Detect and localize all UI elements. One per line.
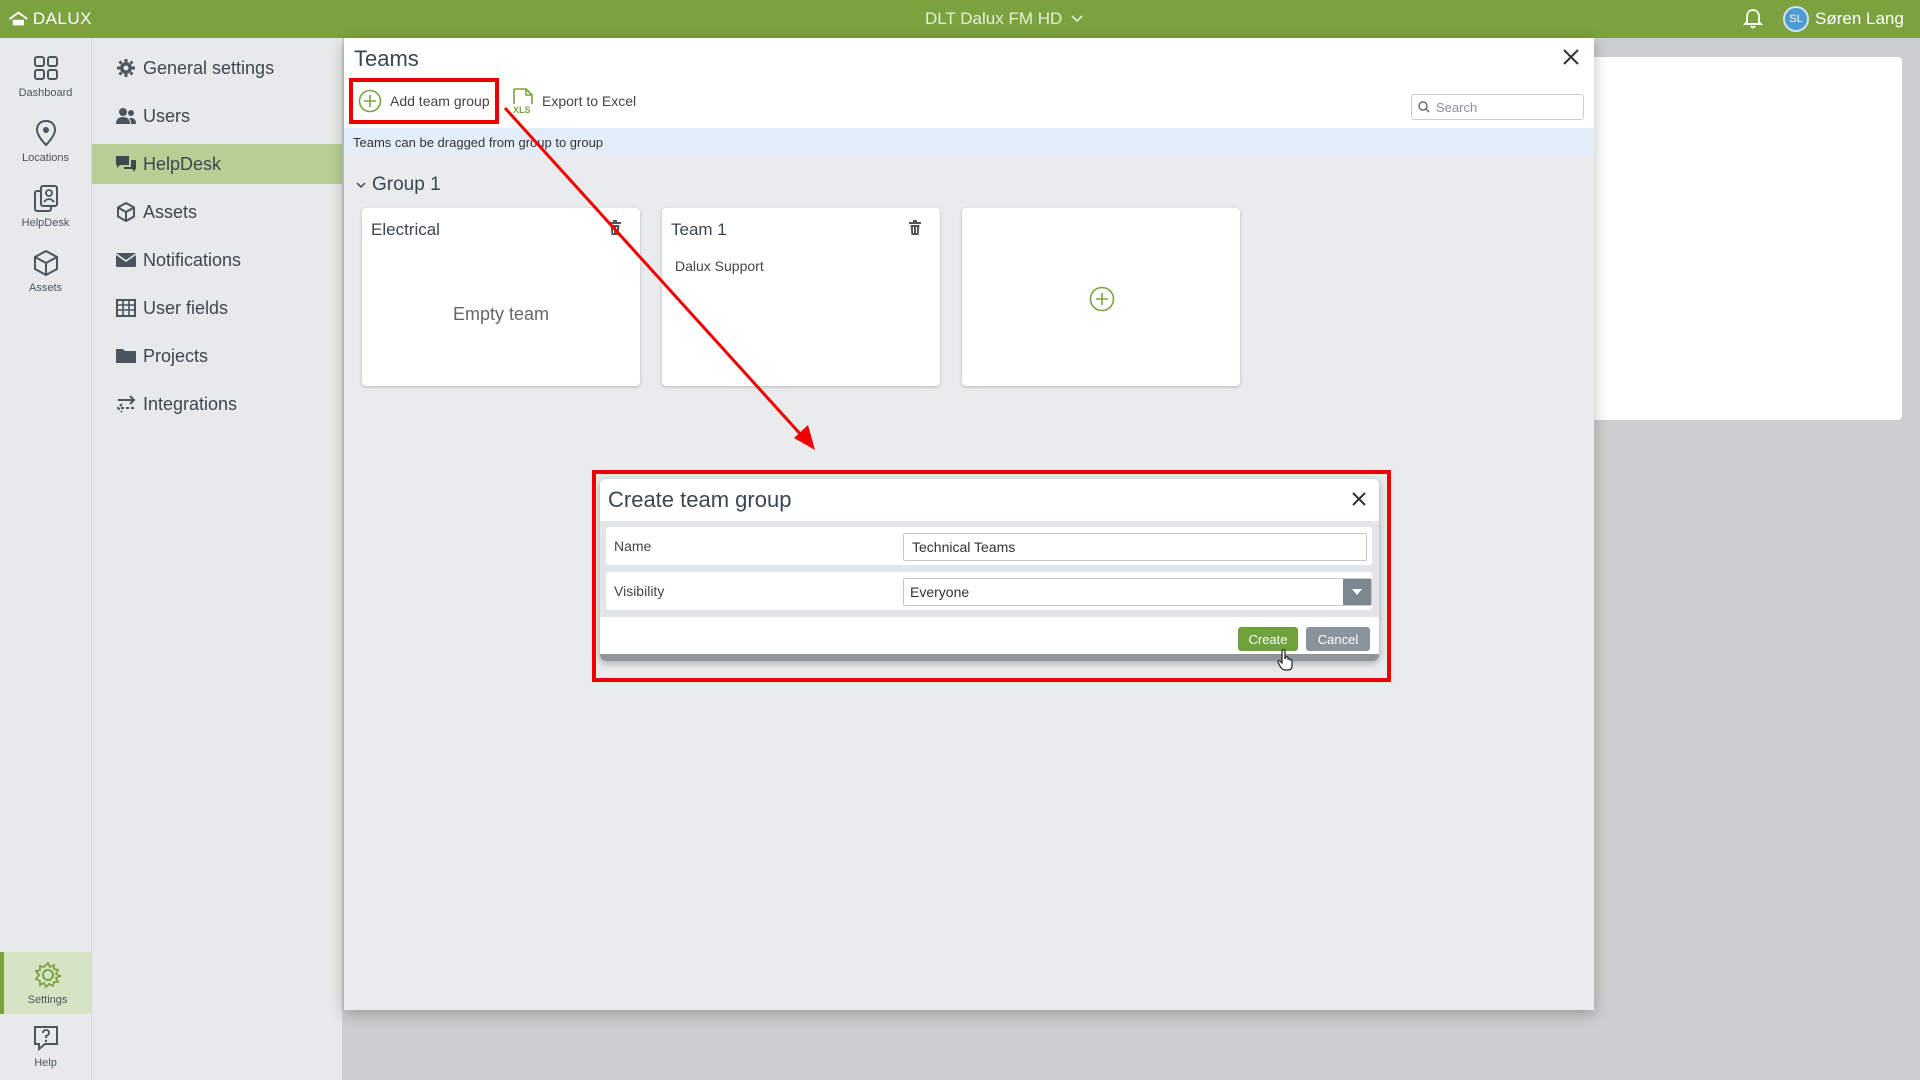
group-header[interactable]: Group 1 (356, 174, 441, 196)
plus-circle-icon[interactable] (1089, 286, 1115, 312)
avatar: SL (1783, 6, 1809, 32)
export-label: Export to Excel (542, 93, 637, 109)
cube-icon (33, 249, 58, 277)
rail-item-dashboard[interactable]: Dashboard (0, 46, 91, 106)
hand-cursor-icon (1277, 649, 1293, 671)
bell-icon[interactable] (1743, 8, 1763, 30)
rail-item-settings[interactable]: Settings (0, 952, 91, 1014)
trash-icon[interactable] (908, 220, 922, 236)
close-icon[interactable] (1562, 48, 1580, 66)
project-switcher[interactable]: DLT Dalux FM HD (925, 0, 1084, 38)
rail-label: Dashboard (18, 87, 73, 99)
nav-item-projects[interactable]: Projects (92, 336, 342, 376)
chat-icon (115, 153, 137, 175)
chevron-down-icon (356, 182, 366, 189)
nav-label: Assets (143, 201, 198, 222)
nav-item-user-fields[interactable]: User fields (92, 288, 342, 328)
drag-hint: Teams can be dragged from group to group (344, 128, 1594, 156)
nav-label: General settings (143, 57, 275, 78)
nav-label: Users (143, 105, 191, 126)
helpdesk-icon (33, 185, 58, 212)
nav-label: User fields (143, 297, 229, 318)
nav-label: Integrations (143, 393, 238, 414)
nav-item-integrations[interactable]: Integrations (92, 384, 342, 424)
nav-label: Notifications (143, 249, 242, 270)
svg-text:XLS: XLS (513, 105, 531, 114)
search-icon (1418, 101, 1430, 113)
chevron-down-icon (1071, 15, 1083, 23)
dalux-logo[interactable]: DALUX (8, 7, 92, 31)
trash-icon[interactable] (608, 220, 622, 236)
search-input[interactable]: Search (1411, 94, 1584, 120)
background-panel (1592, 57, 1902, 420)
gear-icon (33, 961, 62, 989)
exchange-icon (115, 393, 137, 415)
export-to-excel-button[interactable]: XLS Export to Excel (512, 86, 636, 116)
nav-item-notifications[interactable]: Notifications (92, 240, 342, 280)
teams-header: Teams Add team group XLS Export to Excel (344, 38, 1594, 132)
rail-item-help[interactable]: Help (0, 1016, 91, 1076)
envelope-icon (115, 249, 137, 271)
search-placeholder: Search (1436, 99, 1478, 115)
highlight-create-dialog (592, 470, 1391, 682)
rail-item-helpdesk[interactable]: HelpDesk (0, 176, 91, 236)
table-icon (115, 297, 137, 319)
nav-item-helpdesk[interactable]: HelpDesk (92, 144, 342, 184)
left-rail: Dashboard Locations HelpDesk Assets Sett… (0, 38, 92, 1080)
gear-icon (115, 57, 137, 79)
group-title: Group 1 (372, 174, 441, 195)
team-card-title: Team 1 (671, 220, 727, 239)
nav-label: HelpDesk (143, 153, 222, 174)
user-name: Søren Lang (1815, 9, 1904, 28)
folder-icon (115, 345, 137, 367)
excel-file-icon: XLS (513, 88, 533, 114)
home-icon (9, 11, 28, 26)
rail-label: HelpDesk (21, 217, 70, 229)
location-pin-icon (35, 119, 56, 147)
rail-label: Assets (28, 282, 62, 294)
top-bar: DALUX DLT Dalux FM HD SL Søren Lang (0, 0, 1920, 38)
project-name: DLT Dalux FM HD (925, 9, 1063, 28)
settings-nav: General settings Users HelpDesk Assets N… (92, 38, 342, 1080)
team-card[interactable]: Electrical Empty team (362, 208, 640, 386)
logo-text: DALUX (32, 9, 92, 28)
team-card-title: Electrical (371, 220, 440, 239)
users-icon (115, 105, 137, 127)
teams-title: Teams (354, 46, 419, 71)
rail-label: Help (34, 1057, 57, 1069)
rail-label: Settings (27, 994, 68, 1006)
user-menu[interactable]: SL Søren Lang (1783, 5, 1904, 33)
add-team-card[interactable] (962, 208, 1240, 386)
dashboard-icon (33, 56, 58, 80)
rail-label: Locations (21, 152, 70, 164)
help-icon (33, 1026, 58, 1052)
nav-item-general-settings[interactable]: General settings (92, 48, 342, 88)
rail-item-assets[interactable]: Assets (0, 241, 91, 301)
nav-label: Projects (143, 345, 209, 366)
team-member: Dalux Support (675, 258, 764, 274)
highlight-add-team-group (349, 78, 499, 124)
nav-item-users[interactable]: Users (92, 96, 342, 136)
cube-icon (115, 201, 137, 223)
empty-team-text: Empty team (452, 304, 550, 324)
nav-item-assets[interactable]: Assets (92, 192, 342, 232)
team-card[interactable]: Team 1 Dalux Support (662, 208, 940, 386)
rail-item-locations[interactable]: Locations (0, 111, 91, 171)
